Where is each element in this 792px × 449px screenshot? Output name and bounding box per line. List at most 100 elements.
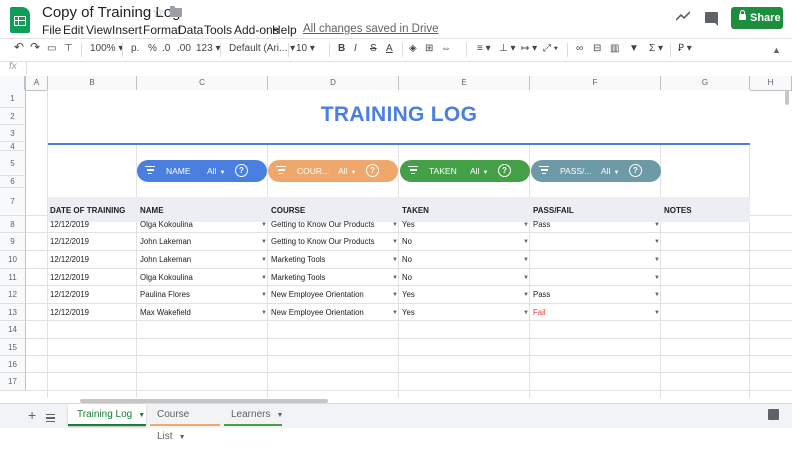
column-header-f[interactable]: F bbox=[530, 76, 661, 90]
align-icon[interactable]: ≡ ▾ bbox=[477, 43, 491, 55]
row-header-6[interactable]: 6 bbox=[0, 176, 26, 188]
column-header-d[interactable]: D bbox=[268, 76, 399, 90]
column-header-h[interactable]: H bbox=[750, 76, 792, 90]
cell-taken[interactable]: Yes bbox=[402, 308, 415, 317]
cell-date[interactable]: 12/12/2019 bbox=[50, 273, 89, 282]
insert-chart-icon[interactable]: ▥ bbox=[610, 43, 619, 55]
cell-result[interactable]: Pass bbox=[533, 290, 550, 299]
cell-taken[interactable]: Yes bbox=[402, 220, 415, 229]
paint-format-icon[interactable]: ⊤ bbox=[64, 43, 73, 55]
select-all-corner[interactable] bbox=[0, 76, 26, 90]
row-header-2[interactable]: 2 bbox=[0, 108, 26, 125]
increase-decimal-button[interactable]: .00 bbox=[177, 43, 191, 55]
dropdown-arrow-icon[interactable]: ▼ bbox=[261, 239, 267, 245]
borders-icon[interactable]: ⊞ bbox=[425, 43, 433, 55]
dropdown-arrow-icon[interactable]: ▼ bbox=[654, 275, 660, 281]
sheet-title[interactable]: TRAINING LOG bbox=[48, 103, 750, 127]
menu-insert[interactable]: Insert bbox=[112, 23, 142, 37]
help-icon[interactable]: ? bbox=[629, 164, 642, 177]
dropdown-arrow-icon[interactable]: ▼ bbox=[654, 310, 660, 316]
cell-name[interactable]: Olga Kokoulina bbox=[140, 220, 193, 229]
cell-course[interactable]: Getting to Know Our Products bbox=[271, 237, 375, 246]
cell-taken[interactable]: No bbox=[402, 237, 412, 246]
fill-color-icon[interactable]: ◈ bbox=[409, 43, 417, 55]
dropdown-arrow-icon[interactable]: ▼ bbox=[523, 292, 529, 298]
text-color-button[interactable]: A bbox=[386, 43, 393, 55]
dropdown-arrow-icon[interactable]: ▼ bbox=[261, 257, 267, 263]
dropdown-arrow-icon[interactable]: ▼ bbox=[261, 222, 267, 228]
valign-icon[interactable]: ⊥ ▾ bbox=[499, 43, 516, 55]
menu-view[interactable]: View bbox=[86, 23, 112, 37]
cell-name[interactable]: Olga Kokoulina bbox=[140, 273, 193, 282]
row-header-4[interactable]: 4 bbox=[0, 142, 26, 151]
row-header-11[interactable]: 11 bbox=[0, 269, 26, 286]
sheet-tab-course-list[interactable]: Course List ▼ bbox=[150, 404, 220, 442]
cell-course[interactable]: New Employee Orientation bbox=[271, 290, 364, 299]
filter-chip-1[interactable]: NAME All ▼? bbox=[137, 160, 267, 182]
undo-icon[interactable]: ↶ bbox=[14, 41, 24, 53]
bold-button[interactable]: B bbox=[338, 43, 345, 55]
text-rotate-icon[interactable]: ⤢ ▾ bbox=[543, 43, 558, 55]
sheet-tab-learners[interactable]: Learners ▼ bbox=[224, 404, 283, 426]
row-header-5[interactable]: 5 bbox=[0, 151, 26, 176]
cell-course[interactable]: New Employee Orientation bbox=[271, 308, 364, 317]
dropdown-arrow-icon[interactable]: ▼ bbox=[654, 292, 660, 298]
cell-date[interactable]: 12/12/2019 bbox=[50, 308, 89, 317]
dropdown-arrow-icon[interactable]: ▼ bbox=[523, 275, 529, 281]
cell-date[interactable]: 12/12/2019 bbox=[50, 220, 89, 229]
filter-chip-3[interactable]: TAKEN All ▼? bbox=[400, 160, 530, 182]
cell-result[interactable]: Fail bbox=[533, 308, 546, 317]
cell-course[interactable]: Marketing Tools bbox=[271, 273, 325, 282]
filter-chip-value[interactable]: All ▼ bbox=[470, 166, 488, 176]
filter-chip-value[interactable]: All ▼ bbox=[601, 166, 619, 176]
help-icon[interactable]: ? bbox=[235, 164, 248, 177]
trend-icon[interactable] bbox=[676, 11, 690, 21]
cell-name[interactable]: John Lakeman bbox=[140, 237, 191, 246]
row-header-9[interactable]: 9 bbox=[0, 233, 26, 251]
column-header-b[interactable]: B bbox=[48, 76, 137, 90]
cell-taken[interactable]: No bbox=[402, 255, 412, 264]
sheet-tab-training-log[interactable]: Training Log ▼ bbox=[68, 404, 146, 426]
cell-result[interactable]: Pass bbox=[533, 220, 550, 229]
menu-format[interactable]: Format bbox=[143, 23, 181, 37]
currency-button[interactable]: p. bbox=[131, 43, 139, 55]
text-wrap-icon[interactable]: ↦ ▾ bbox=[521, 43, 537, 55]
dropdown-arrow-icon[interactable]: ▼ bbox=[261, 275, 267, 281]
italic-button[interactable]: I bbox=[354, 43, 357, 55]
filter-icon[interactable]: ▼ bbox=[629, 43, 639, 55]
share-button[interactable]: Share bbox=[731, 7, 783, 29]
sheets-logo-icon[interactable] bbox=[10, 7, 30, 33]
print-icon[interactable]: ▭ bbox=[47, 43, 56, 55]
column-header-e[interactable]: E bbox=[399, 76, 530, 90]
cell-course[interactable]: Getting to Know Our Products bbox=[271, 220, 375, 229]
row-header-3[interactable]: 3 bbox=[0, 125, 26, 142]
filter-chip-2[interactable]: COUR... All ▼? bbox=[268, 160, 398, 182]
font-select[interactable]: Default (Ari... ▾ bbox=[229, 43, 295, 55]
dropdown-arrow-icon[interactable]: ▼ bbox=[261, 310, 267, 316]
row-header-10[interactable]: 10 bbox=[0, 251, 26, 269]
row-header-13[interactable]: 13 bbox=[0, 304, 26, 321]
dropdown-arrow-icon[interactable]: ▼ bbox=[523, 239, 529, 245]
cell-name[interactable]: Max Wakefield bbox=[140, 308, 191, 317]
filter-chip-value[interactable]: All ▼ bbox=[207, 166, 225, 176]
cell-name[interactable]: Paulina Flores bbox=[140, 290, 190, 299]
menu-edit[interactable]: Edit bbox=[63, 23, 84, 37]
collapse-toolbar-icon[interactable]: ▲ bbox=[772, 45, 781, 55]
spreadsheet-grid[interactable]: ABCDEFGH 1 2 3 4 5 6 7 8 9 10 11 12 13 14 15 16 17 TRAIN… bbox=[0, 76, 792, 398]
strikethrough-button[interactable]: S bbox=[370, 43, 377, 55]
vertical-scrollbar[interactable] bbox=[785, 90, 789, 105]
zoom-select[interactable]: 100% ▾ bbox=[90, 43, 123, 55]
dropdown-arrow-icon[interactable]: ▼ bbox=[392, 310, 398, 316]
add-sheet-icon[interactable]: + bbox=[28, 407, 36, 423]
row-header-17[interactable]: 17 bbox=[0, 373, 26, 391]
link-icon[interactable]: ∞ bbox=[576, 43, 583, 55]
row-header-15[interactable]: 15 bbox=[0, 339, 26, 356]
insert-comment-icon[interactable]: ⊟ bbox=[593, 43, 601, 55]
filter-chip-value[interactable]: All ▼ bbox=[338, 166, 356, 176]
dropdown-arrow-icon[interactable]: ▼ bbox=[392, 222, 398, 228]
dropdown-arrow-icon[interactable]: ▼ bbox=[654, 239, 660, 245]
row-header-7[interactable]: 7 bbox=[0, 188, 26, 216]
dropdown-arrow-icon[interactable]: ▼ bbox=[392, 275, 398, 281]
explore-icon[interactable] bbox=[768, 409, 779, 420]
cell-date[interactable]: 12/12/2019 bbox=[50, 290, 89, 299]
